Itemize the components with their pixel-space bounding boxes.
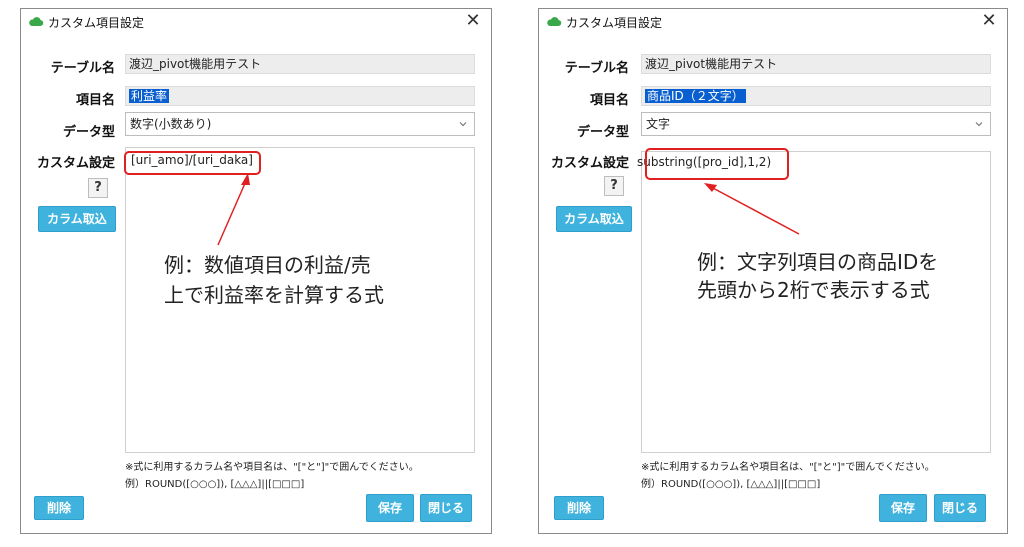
annotation-line-2: 先頭から2桁で表示する式 bbox=[697, 278, 930, 302]
annotation-line-1: 例：数値項目の利益/売 bbox=[164, 253, 371, 277]
custom-item-dialog-right: カスタム項目設定 ✕ テーブル名 渡辺_pivot機能用テスト 項目名 商品ID… bbox=[538, 8, 1008, 534]
annotation-line-2: 上で利益率を計算する式 bbox=[164, 283, 384, 307]
annotation-line-1: 例：文字列項目の商品IDを bbox=[697, 250, 939, 274]
custom-item-dialog-left: カスタム項目設定 ✕ テーブル名 渡辺_pivot機能用テスト 項目名 利益率 … bbox=[20, 8, 492, 534]
